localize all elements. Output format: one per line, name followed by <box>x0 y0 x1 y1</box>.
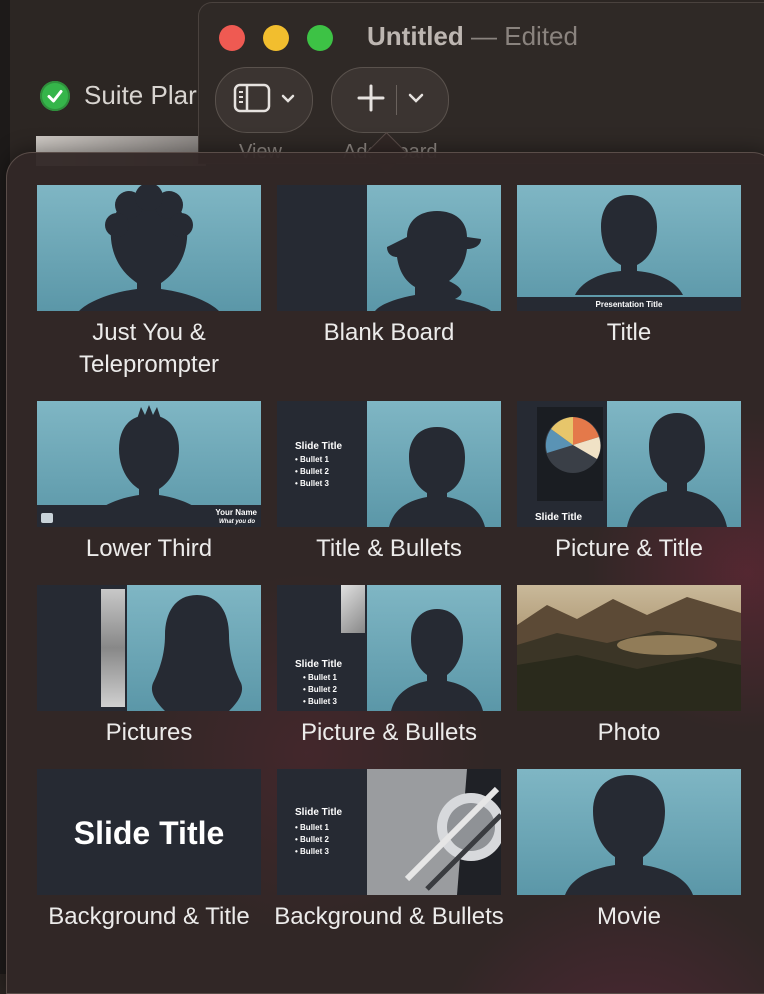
window-title: Untitled — Edited <box>367 21 578 52</box>
picture-image <box>341 585 365 633</box>
bullet-item: • Bullet 1 <box>303 673 337 682</box>
layout-tile-title[interactable]: Presentation Title Title <box>517 185 741 346</box>
slide-title-text: Slide Title <box>295 659 343 670</box>
bullet-item: • Bullet 2 <box>295 467 329 476</box>
abstract-art-image <box>404 769 501 895</box>
layout-thumbnail: Presentation Title <box>517 185 741 311</box>
layout-tile-photo[interactable]: Photo <box>517 585 741 746</box>
background-list-item[interactable]: Suite Plar <box>40 80 197 111</box>
layout-label: Picture & Bullets <box>300 719 478 746</box>
name-caption: Your Name <box>215 508 257 517</box>
silhouette-icon <box>575 195 683 295</box>
bullet-item: • Bullet 3 <box>295 847 329 856</box>
slide-title-text: Slide Title <box>295 807 343 818</box>
bullet-item: • Bullet 3 <box>295 479 329 488</box>
layout-tile-lower-third[interactable]: Your Name What you do Lower Third <box>37 401 261 562</box>
layout-thumbnail: Slide Title • Bullet 1 • Bullet 2 • Bull… <box>277 585 501 711</box>
presentation-title-caption: Presentation Title <box>595 300 663 309</box>
picture-image <box>101 589 125 707</box>
silhouette-icon <box>375 211 491 311</box>
layout-tile-picture-title[interactable]: Slide Title Picture & Title <box>517 401 741 562</box>
silhouette-icon <box>151 595 243 711</box>
layout-label: Lower Third <box>85 535 213 562</box>
text-panel <box>277 769 367 895</box>
checkmark-badge-icon <box>40 80 70 111</box>
layout-thumbnail <box>517 585 741 711</box>
silhouette-icon <box>391 609 483 711</box>
layout-label: Photo <box>597 719 661 746</box>
silhouette-icon <box>627 413 727 527</box>
pie-chart-icon <box>537 407 603 501</box>
sidebar-icon <box>233 83 271 118</box>
layout-thumbnail: Slide Title • Bullet 1 • Bullet 2 • Bull… <box>277 401 501 527</box>
plus-icon <box>356 83 386 118</box>
document-title: Untitled <box>367 21 464 51</box>
layout-thumbnail: Your Name What you do <box>37 401 261 527</box>
layout-label: Title <box>606 319 652 346</box>
bullet-item: • Bullet 2 <box>303 685 337 694</box>
text-panel <box>277 401 367 527</box>
layout-tile-background-bullets[interactable]: Slide Title • Bullet 1 • Bullet 2 • Bull… <box>274 769 504 930</box>
role-caption: What you do <box>219 519 255 525</box>
layout-label: Background & Bullets <box>274 903 504 930</box>
view-button[interactable] <box>215 67 313 133</box>
layout-thumbnail <box>517 769 741 895</box>
layout-tile-blank-board[interactable]: Blank Board <box>277 185 501 346</box>
document-status: Edited <box>504 21 578 51</box>
layout-label: Picture & Title <box>554 535 704 562</box>
layout-label: Title & Bullets <box>316 535 462 562</box>
silhouette-icon <box>389 427 485 527</box>
background-item-label: Suite Plar <box>84 80 197 110</box>
layout-label: Pictures <box>105 719 193 746</box>
blank-panel <box>277 185 367 311</box>
layout-thumbnail: Slide Title <box>37 769 261 895</box>
app-window: Untitled — Edited View Add Board <box>198 2 764 164</box>
silhouette-icon <box>565 775 693 895</box>
layout-thumbnail: Slide Title <box>517 401 741 527</box>
silhouette-icon <box>79 185 219 311</box>
minimize-window-button[interactable] <box>263 25 289 51</box>
layout-thumbnail: Slide Title • Bullet 1 • Bullet 2 • Bull… <box>277 769 501 895</box>
zoom-window-button[interactable] <box>307 25 333 51</box>
toolbar-divider <box>395 85 397 115</box>
bullet-item: • Bullet 1 <box>295 455 329 464</box>
layout-tile-title-bullets[interactable]: Slide Title • Bullet 1 • Bullet 2 • Bull… <box>277 401 501 562</box>
layout-label: Movie <box>596 903 662 930</box>
bullet-item: • Bullet 3 <box>303 697 337 706</box>
close-window-button[interactable] <box>219 25 245 51</box>
layout-tile-just-you[interactable]: Just You & Teleprompter <box>37 185 261 378</box>
layout-thumbnail <box>37 585 261 711</box>
chevron-down-icon[interactable] <box>407 91 425 109</box>
layout-tile-background-title[interactable]: Slide Title Background & Title <box>37 769 261 930</box>
layout-label: Blank Board <box>323 319 455 346</box>
landscape-photo <box>517 585 741 711</box>
bullet-item: • Bullet 1 <box>295 823 329 832</box>
slide-title-text: Slide Title <box>535 512 583 523</box>
layout-label: Background & Title <box>48 903 250 930</box>
add-board-button[interactable] <box>331 67 449 133</box>
layout-tile-movie[interactable]: Movie <box>517 769 741 930</box>
logo-icon <box>41 513 53 523</box>
chevron-down-icon <box>281 91 295 109</box>
slide-title-text: Slide Title <box>295 441 343 452</box>
title-separator: — <box>471 21 497 51</box>
layout-tile-picture-bullets[interactable]: Slide Title • Bullet 1 • Bullet 2 • Bull… <box>277 585 501 746</box>
layout-thumbnail <box>37 185 261 311</box>
layout-picker-popover: Just You & Teleprompter Blank Board Pres… <box>6 152 764 994</box>
slide-title-text: Slide Title <box>73 815 225 851</box>
layout-label: Just You & Teleprompter <box>78 319 220 378</box>
layout-tile-pictures[interactable]: Pictures <box>37 585 261 746</box>
layout-thumbnail <box>277 185 501 311</box>
bullet-item: • Bullet 2 <box>295 835 329 844</box>
